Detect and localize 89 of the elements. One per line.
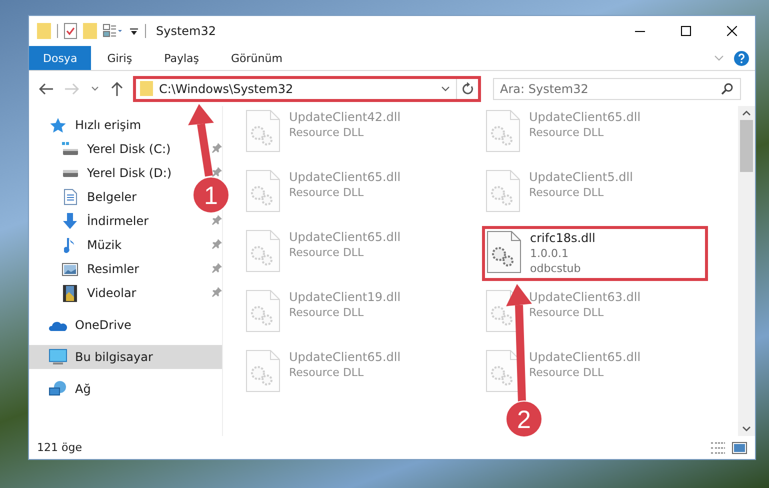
gear-file-icon [487,231,521,273]
pin-icon[interactable] [212,286,222,300]
file-name: UpdateClient5.dll [529,170,633,185]
file-detail: Resource DLL [289,245,365,260]
file-name: UpdateClient65.dll [529,110,641,125]
nav-item[interactable]: Ağ [29,377,95,401]
gear-file-icon [486,350,520,392]
address-path: C:\Windows\System32 [159,82,294,96]
nav-item[interactable]: OneDrive [29,313,136,337]
monitor-icon [49,349,67,365]
file-detail: Resource DLL [289,185,365,200]
network-icon [49,381,67,397]
file-detail: Resource DLL [529,305,605,320]
file-name: crifc18s.dll [530,231,596,246]
file-name: UpdateClient65.dll [289,230,401,245]
pin-icon[interactable] [212,262,222,276]
file-detail: Resource DLL [289,365,365,380]
picture-icon [62,262,78,276]
file-name: UpdateClient65.dll [289,350,401,365]
nav-item[interactable]: Hızlı erişim [29,113,146,137]
gear-file-icon [486,170,520,212]
document-icon [64,189,76,205]
file-name: UpdateClient65.dll [529,350,641,365]
nav-item[interactable]: Resimler [29,257,144,281]
step-number: 1 [204,182,218,210]
dropdown-icon[interactable] [129,26,139,36]
scroll-up-icon[interactable] [742,110,751,116]
gear-file-icon [486,110,520,152]
file-name: UpdateClient42.dll [289,110,401,125]
view-icon[interactable] [103,24,123,38]
nav-item[interactable]: Belgeler [29,185,141,209]
file-tile[interactable]: crifc18s.dll 1.0.0.1 odbcstub [482,226,708,281]
gear-file-icon [246,290,280,332]
ribbon-tab[interactable]: Paylaş [148,46,215,70]
close-icon [727,26,737,36]
file-detail: odbcstub [530,261,582,276]
step-number: 2 [517,406,531,434]
drive-icon [62,168,78,178]
gear-file-icon [246,350,280,392]
file-detail: Resource DLL [529,365,605,380]
step-marker [506,400,542,438]
nav-item[interactable]: İndirmeler [29,209,153,233]
chevron-down-icon[interactable] [441,86,450,92]
file-detail: 1.0.0.1 [530,246,570,261]
drive-icon [62,142,78,156]
scroll-thumb[interactable] [740,120,753,172]
nav-item[interactable]: Müzik [29,233,126,257]
ribbon-tab[interactable]: Dosya [29,46,92,70]
refresh-icon [462,82,474,95]
ribbon-tab[interactable]: Görünüm [215,46,298,70]
scrollbar[interactable] [738,106,755,436]
details-view-icon[interactable] [710,442,726,454]
file-name: UpdateClient19.dll [289,290,401,305]
help-icon[interactable] [734,50,749,66]
gear-file-icon [246,110,280,152]
nav-item[interactable]: Yerel Disk (D:) [29,161,176,185]
file-detail: Resource DLL [529,125,605,140]
tiles-view-icon[interactable] [732,442,747,454]
gear-file-icon [246,170,280,212]
item-count: 121 öge [37,441,82,454]
file-detail: Resource DLL [289,125,365,140]
file-name: UpdateClient63.dll [529,290,641,305]
file-detail: Resource DLL [529,185,605,200]
nav-item[interactable]: Videolar [29,281,140,305]
address-bar[interactable]: C:\Windows\System32 [133,76,481,102]
nav-item[interactable]: Yerel Disk (C:) [29,137,175,161]
search-icon [721,82,733,94]
folder-icon [140,81,153,96]
pin-icon[interactable] [212,238,222,252]
ribbon-tab[interactable]: Giriş [91,46,148,70]
down-arrow-icon [62,213,78,229]
window-title: System32 [156,24,216,38]
nav-item[interactable]: Bu bilgisayar [29,345,222,369]
pin-icon[interactable] [212,214,222,228]
star-icon [50,118,66,132]
music-note-icon [64,237,76,253]
maximize-icon [681,26,691,36]
gear-file-icon [246,230,280,272]
scroll-down-icon[interactable] [742,426,751,432]
file-detail: Resource DLL [289,305,365,320]
file-name: UpdateClient65.dll [289,170,401,185]
film-icon [63,284,77,302]
cloud-icon [49,320,67,330]
chevron-down-icon [91,86,99,92]
search-field[interactable]: Ara: System32 [493,78,741,100]
pin-icon[interactable] [212,142,222,156]
folder-icon [37,23,51,39]
properties-icon[interactable] [64,23,77,39]
step-marker [192,176,230,214]
